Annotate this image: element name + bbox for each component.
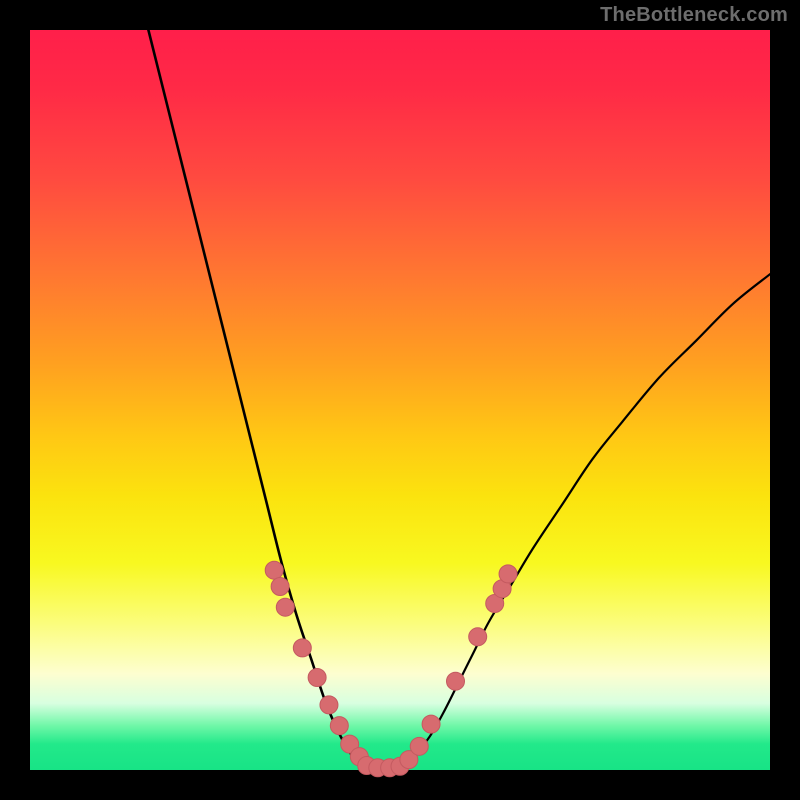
data-marker — [293, 639, 311, 657]
data-marker — [276, 598, 294, 616]
data-marker — [410, 737, 428, 755]
data-marker — [447, 672, 465, 690]
chart-stage: TheBottleneck.com — [0, 0, 800, 800]
data-marker — [308, 669, 326, 687]
watermark-text: TheBottleneck.com — [600, 4, 788, 27]
data-marker — [499, 565, 517, 583]
data-marker — [422, 715, 440, 733]
curve-right-branch — [400, 274, 770, 766]
curve-left-branch — [148, 30, 363, 766]
data-marker — [330, 717, 348, 735]
data-marker — [265, 561, 283, 579]
data-marker — [320, 696, 338, 714]
curve-layer — [30, 30, 770, 770]
data-marker — [469, 628, 487, 646]
data-marker — [271, 577, 289, 595]
plot-area — [30, 30, 770, 770]
